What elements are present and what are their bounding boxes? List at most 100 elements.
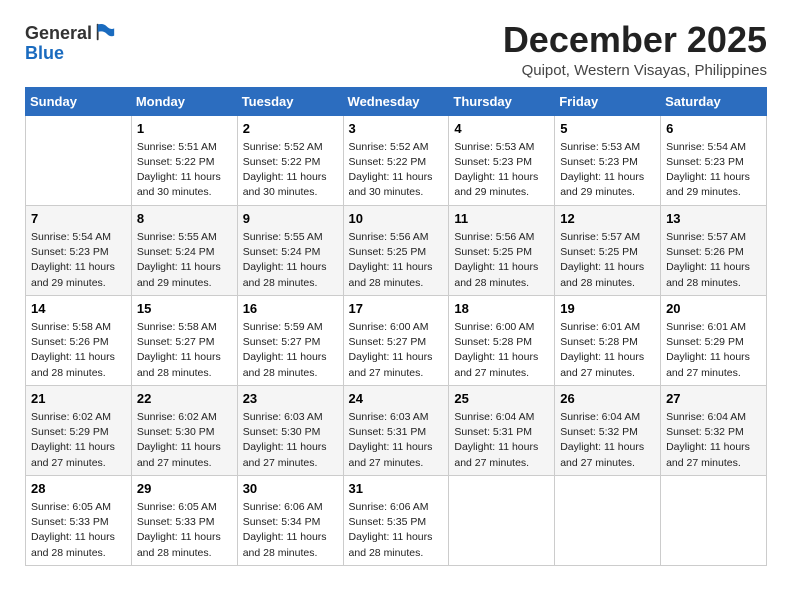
day-info: Sunrise: 6:02 AMSunset: 5:29 PMDaylight:… [31, 410, 126, 471]
day-info: Sunrise: 5:55 AMSunset: 5:24 PMDaylight:… [243, 230, 338, 291]
day-info: Sunrise: 5:56 AMSunset: 5:25 PMDaylight:… [349, 230, 444, 291]
calendar-cell: 31Sunrise: 6:06 AMSunset: 5:35 PMDayligh… [343, 475, 449, 565]
header-cell-friday: Friday [555, 87, 661, 115]
calendar-cell: 18 Sunrise: 6:00 AMSunset: 5:28 PMDayligh… [449, 295, 555, 385]
day-number: 26 [560, 390, 655, 408]
day-info: Sunrise: 5:53 AMSunset: 5:23 PMDaylight:… [560, 140, 655, 201]
day-info: Sunrise: 5:56 AMSunset: 5:25 PMDaylight:… [454, 230, 549, 291]
day-number: 27 [666, 390, 761, 408]
day-info: Sunrise: 6:03 AMSunset: 5:31 PMDaylight:… [349, 410, 444, 471]
day-number: 19 [560, 300, 655, 318]
calendar-cell [449, 475, 555, 565]
day-number: 11 [454, 210, 549, 228]
calendar-cell: 14 Sunrise: 5:58 AMSunset: 5:26 PMDayligh… [26, 295, 132, 385]
calendar-cell: 16 Sunrise: 5:59 AMSunset: 5:27 PMDayligh… [237, 295, 343, 385]
day-number: 9 [243, 210, 338, 228]
day-number: 7 [31, 210, 126, 228]
day-number: 31 [349, 480, 444, 498]
calendar-cell: 7Sunrise: 5:54 AMSunset: 5:23 PMDaylight… [26, 205, 132, 295]
calendar-cell [555, 475, 661, 565]
day-info: Sunrise: 6:04 AMSunset: 5:32 PMDaylight:… [560, 410, 655, 471]
day-number: 4 [454, 120, 549, 138]
subtitle: Quipot, Western Visayas, Philippines [503, 62, 767, 79]
calendar-cell: 19 Sunrise: 6:01 AMSunset: 5:28 PMDayligh… [555, 295, 661, 385]
calendar-cell: 12 Sunrise: 5:57 AMSunset: 5:25 PMDayligh… [555, 205, 661, 295]
header-cell-thursday: Thursday [449, 87, 555, 115]
day-info: Sunrise: 6:01 AMSunset: 5:28 PMDaylight:… [560, 320, 655, 381]
day-number: 12 [560, 210, 655, 228]
day-info: Sunrise: 5:57 AMSunset: 5:26 PMDaylight:… [666, 230, 761, 291]
header-cell-monday: Monday [131, 87, 237, 115]
calendar-cell [661, 475, 767, 565]
calendar-week-4: 21Sunrise: 6:02 AMSunset: 5:29 PMDayligh… [26, 385, 767, 475]
logo-flag-icon [94, 21, 116, 43]
day-number: 16 [243, 300, 338, 318]
day-number: 8 [137, 210, 232, 228]
header-cell-tuesday: Tuesday [237, 87, 343, 115]
calendar-cell: 1 Sunrise: 5:51 AMSunset: 5:22 PMDaylight… [131, 115, 237, 205]
day-info: Sunrise: 6:02 AMSunset: 5:30 PMDaylight:… [137, 410, 232, 471]
day-info: Sunrise: 6:03 AMSunset: 5:30 PMDaylight:… [243, 410, 338, 471]
header-cell-sunday: Sunday [26, 87, 132, 115]
calendar-cell: 20Sunrise: 6:01 AMSunset: 5:29 PMDayligh… [661, 295, 767, 385]
calendar-header: SundayMondayTuesdayWednesdayThursdayFrid… [26, 87, 767, 115]
day-info: Sunrise: 6:05 AMSunset: 5:33 PMDaylight:… [31, 500, 126, 561]
day-number: 13 [666, 210, 761, 228]
header-cell-saturday: Saturday [661, 87, 767, 115]
calendar-week-1: 1 Sunrise: 5:51 AMSunset: 5:22 PMDaylight… [26, 115, 767, 205]
calendar-cell: 26 Sunrise: 6:04 AMSunset: 5:32 PMDayligh… [555, 385, 661, 475]
day-number: 10 [349, 210, 444, 228]
calendar-cell: 28Sunrise: 6:05 AMSunset: 5:33 PMDayligh… [26, 475, 132, 565]
calendar-cell: 15Sunrise: 5:58 AMSunset: 5:27 PMDayligh… [131, 295, 237, 385]
calendar-cell: 2Sunrise: 5:52 AMSunset: 5:22 PMDaylight… [237, 115, 343, 205]
day-number: 25 [454, 390, 549, 408]
day-info: Sunrise: 5:52 AMSunset: 5:22 PMDaylight:… [349, 140, 444, 201]
calendar-cell: 17 Sunrise: 6:00 AMSunset: 5:27 PMDayligh… [343, 295, 449, 385]
day-number: 3 [349, 120, 444, 138]
calendar-cell: 8Sunrise: 5:55 AMSunset: 5:24 PMDaylight… [131, 205, 237, 295]
day-number: 23 [243, 390, 338, 408]
logo-general: General [25, 24, 92, 44]
calendar-cell: 13 Sunrise: 5:57 AMSunset: 5:26 PMDayligh… [661, 205, 767, 295]
day-number: 22 [137, 390, 232, 408]
page-header: General Blue December 2025 Quipot, Weste… [25, 20, 767, 79]
calendar-cell: 3 Sunrise: 5:52 AMSunset: 5:22 PMDaylight… [343, 115, 449, 205]
day-info: Sunrise: 6:04 AMSunset: 5:32 PMDaylight:… [666, 410, 761, 471]
day-number: 29 [137, 480, 232, 498]
logo-text: General Blue [25, 24, 116, 64]
day-number: 18 [454, 300, 549, 318]
calendar-cell: 5Sunrise: 5:53 AMSunset: 5:23 PMDaylight… [555, 115, 661, 205]
day-number: 17 [349, 300, 444, 318]
logo: General Blue [25, 24, 116, 64]
day-info: Sunrise: 5:59 AMSunset: 5:27 PMDaylight:… [243, 320, 338, 381]
title-block: December 2025 Quipot, Western Visayas, P… [503, 20, 767, 79]
day-number: 2 [243, 120, 338, 138]
calendar-cell: 29 Sunrise: 6:05 AMSunset: 5:33 PMDayligh… [131, 475, 237, 565]
calendar-table: SundayMondayTuesdayWednesdayThursdayFrid… [25, 87, 767, 566]
day-info: Sunrise: 5:58 AMSunset: 5:26 PMDaylight:… [31, 320, 126, 381]
calendar-cell: 10 Sunrise: 5:56 AMSunset: 5:25 PMDayligh… [343, 205, 449, 295]
calendar-cell: 24 Sunrise: 6:03 AMSunset: 5:31 PMDayligh… [343, 385, 449, 475]
day-info: Sunrise: 6:05 AMSunset: 5:33 PMDaylight:… [137, 500, 232, 561]
day-info: Sunrise: 6:06 AMSunset: 5:34 PMDaylight:… [243, 500, 338, 561]
calendar-cell: 27 Sunrise: 6:04 AMSunset: 5:32 PMDayligh… [661, 385, 767, 475]
day-info: Sunrise: 6:00 AMSunset: 5:28 PMDaylight:… [454, 320, 549, 381]
day-info: Sunrise: 5:57 AMSunset: 5:25 PMDaylight:… [560, 230, 655, 291]
calendar-cell: 21Sunrise: 6:02 AMSunset: 5:29 PMDayligh… [26, 385, 132, 475]
day-info: Sunrise: 5:54 AMSunset: 5:23 PMDaylight:… [666, 140, 761, 201]
calendar-cell: 9 Sunrise: 5:55 AMSunset: 5:24 PMDaylight… [237, 205, 343, 295]
calendar-week-5: 28Sunrise: 6:05 AMSunset: 5:33 PMDayligh… [26, 475, 767, 565]
day-info: Sunrise: 5:51 AMSunset: 5:22 PMDaylight:… [137, 140, 232, 201]
day-info: Sunrise: 6:00 AMSunset: 5:27 PMDaylight:… [349, 320, 444, 381]
day-number: 24 [349, 390, 444, 408]
calendar-cell: 4 Sunrise: 5:53 AMSunset: 5:23 PMDaylight… [449, 115, 555, 205]
day-info: Sunrise: 5:53 AMSunset: 5:23 PMDaylight:… [454, 140, 549, 201]
day-number: 1 [137, 120, 232, 138]
calendar-cell [26, 115, 132, 205]
calendar-cell: 25Sunrise: 6:04 AMSunset: 5:31 PMDayligh… [449, 385, 555, 475]
calendar-week-2: 7Sunrise: 5:54 AMSunset: 5:23 PMDaylight… [26, 205, 767, 295]
calendar-cell: 22 Sunrise: 6:02 AMSunset: 5:30 PMDayligh… [131, 385, 237, 475]
calendar-week-3: 14 Sunrise: 5:58 AMSunset: 5:26 PMDayligh… [26, 295, 767, 385]
day-number: 20 [666, 300, 761, 318]
day-number: 14 [31, 300, 126, 318]
